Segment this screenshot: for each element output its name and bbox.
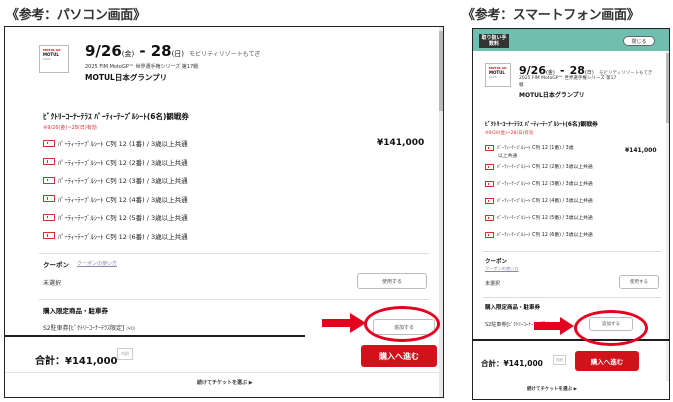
coupon-label: クーポン: [43, 261, 69, 269]
sp-close-button[interactable]: 閉じる: [623, 36, 655, 46]
event-series-line2: 戦: [519, 83, 524, 88]
ticket-icon: [43, 232, 55, 239]
divider: [39, 299, 429, 300]
limited-item: S2駐車券[ﾋﾞｸﾄﾘｰｺｰﾅｰﾃﾗｽ限定] (¥0): [43, 325, 136, 332]
sp-screen: 取り扱い手数料 閉じる MOTUL GP MOTUL 2025 9/26(金) …: [472, 28, 670, 400]
pc-caption: 《参考：パソコン画面》: [6, 8, 146, 23]
event-date: 9/26(金) - 28(日) モビリティリゾートもてぎ: [85, 42, 261, 60]
seat-valid: ※9/26(金)~28(日)有効: [43, 125, 97, 131]
limited-label: 購入限定商品・駐車券: [485, 305, 541, 311]
ticket-icon: [485, 180, 494, 187]
divider: [5, 372, 443, 373]
seat-row: ﾊﾟｰﾃｨｰﾃｰﾌﾞﾙｼｰﾄ C列 12 (1番) / 3歳: [485, 144, 574, 151]
seat-title: ﾋﾞｸﾄﾘｰｺｰﾅｰﾃﾗｽ ﾊﾟｰﾃｨｰﾃｰﾌﾞﾙｼｰﾄ(6名)観戦券: [43, 112, 189, 121]
seat-valid: ※9/26(金)~28(日)有効: [485, 131, 534, 136]
coupon-label: クーポン: [485, 259, 508, 265]
tax-breakdown-button[interactable]: 内訳: [117, 348, 133, 360]
arrow-right-icon: [534, 317, 574, 335]
event-series: 2025 FIM MotoGP™ 世界選手権シリーズ 第17戦: [85, 64, 199, 70]
ticket-icon: [485, 144, 494, 151]
footer-border: [5, 335, 305, 337]
highlight-ellipse: [574, 310, 648, 346]
ticket-icon: [43, 195, 55, 202]
seat-row: ﾊﾟｰﾃｨｰﾃｰﾌﾞﾙｼｰﾄ C列 12 (6番) / 3歳以上共通: [43, 231, 188, 241]
divider: [39, 253, 429, 254]
purchase-button[interactable]: 購入へ進む: [361, 345, 437, 367]
tax-breakdown-button[interactable]: 内訳: [553, 355, 566, 365]
event-logo: MOTUL GP MOTUL 2025: [39, 45, 69, 73]
total-amount: 合計：¥141,000: [35, 356, 118, 367]
limited-label: 購入限定商品・駐車券: [43, 307, 108, 315]
ticket-icon: [43, 213, 55, 221]
event-logo: MOTUL GP MOTUL 2025: [485, 63, 511, 87]
purchase-button[interactable]: 購入へ進む: [575, 351, 639, 371]
ticket-icon: [485, 197, 494, 204]
coupon-status: 未選択: [43, 280, 62, 287]
event-gp-name: MOTUL日本グランプリ: [85, 73, 168, 82]
total-amount: 合計：¥141,000: [481, 359, 543, 368]
sp-caption: 《参考：スマートフォン画面》: [462, 8, 640, 23]
seat-row: ﾊﾟｰﾃｨｰﾃｰﾌﾞﾙｼｰﾄ C列 12 (4番) / 3歳以上共通: [485, 197, 593, 204]
seat-row: ﾊﾟｰﾃｨｰﾃｰﾌﾞﾙｼｰﾄ C列 12 (3番) / 3歳以上共通: [485, 180, 593, 187]
divider: [483, 251, 661, 252]
seat-row-wrap: 以上共通: [498, 154, 518, 159]
continue-shopping-link[interactable]: 続けてチケットを選ぶ ▶: [197, 379, 253, 386]
seat-row: ﾊﾟｰﾃｨｰﾃｰﾌﾞﾙｼｰﾄ C列 12 (2番) / 3歳以上共通: [43, 157, 188, 167]
pc-screen: MOTUL GP MOTUL 2025 9/26(金) - 28(日) モビリテ…: [4, 26, 444, 398]
highlight-ellipse: [364, 306, 440, 342]
seat-price: ¥141,000: [625, 147, 657, 154]
seat-row: ﾊﾟｰﾃｨｰﾃｰﾌﾞﾙｼｰﾄ C列 12 (5番) / 3歳以上共通: [43, 212, 188, 222]
coupon-use-button[interactable]: 使用する: [357, 273, 427, 289]
seat-row: ﾊﾟｰﾃｨｰﾃｰﾌﾞﾙｼｰﾄ C列 12 (6番) / 3歳以上共通: [485, 231, 593, 238]
seat-row: ﾊﾟｰﾃｨｰﾃｰﾌﾞﾙｼｰﾄ C列 12 (3番) / 3歳以上共通: [43, 175, 188, 185]
seat-row: ﾊﾟｰﾃｨｰﾃｰﾌﾞﾙｼｰﾄ C列 12 (1番) / 3歳以上共通: [43, 138, 188, 148]
seat-row: ﾊﾟｰﾃｨｰﾃｰﾌﾞﾙｼｰﾄ C列 12 (2番) / 3歳以上共通: [485, 163, 593, 170]
event-series-line1: 2025 FIM MotoGP™ 世界選手権シリーズ 第17: [519, 76, 617, 81]
arrow-right-icon: [322, 313, 366, 333]
sp-fee-badge: 取り扱い手数料: [479, 34, 509, 48]
ticket-icon: [43, 139, 55, 147]
continue-shopping-link[interactable]: 続けてチケットを選ぶ ▶: [527, 386, 577, 392]
seat-price: ¥141,000: [377, 138, 425, 148]
seat-row: ﾊﾟｰﾃｨｰﾃｰﾌﾞﾙｼｰﾄ C列 12 (5番) / 3歳以上共通: [485, 214, 593, 221]
ticket-icon: [43, 176, 55, 184]
coupon-howto-link[interactable]: クーポンの使い方: [77, 260, 117, 267]
ticket-icon: [485, 214, 494, 221]
seat-row: ﾊﾟｰﾃｨｰﾃｰﾌﾞﾙｼｰﾄ C列 12 (4番) / 3歳以上共通: [43, 194, 188, 204]
ticket-icon: [485, 163, 494, 170]
coupon-use-button[interactable]: 使用する: [619, 275, 659, 289]
event-gp-name: MOTUL日本グランプリ: [519, 92, 585, 99]
ticket-icon: [43, 158, 55, 165]
sp-scrollbar[interactable]: [666, 51, 669, 381]
divider: [483, 297, 661, 298]
coupon-howto-link[interactable]: クーポンの使い方: [485, 266, 519, 272]
pc-scrollbar[interactable]: [439, 27, 443, 397]
coupon-status: 未選択: [485, 281, 501, 287]
ticket-icon: [485, 231, 494, 238]
seat-title: ﾋﾞｸﾄﾘｰｺｰﾅｰﾃﾗｽ ﾊﾟｰﾃｨｰﾃｰﾌﾞﾙｼｰﾄ(6名)観戦券: [485, 122, 598, 128]
